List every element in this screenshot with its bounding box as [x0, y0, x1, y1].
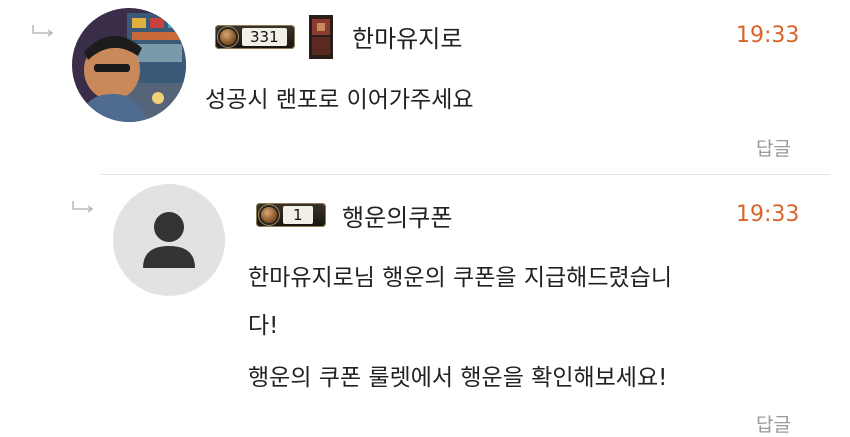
- rank-gem-icon: [220, 29, 236, 45]
- rank-gem-icon: [261, 207, 277, 223]
- reply-button[interactable]: 답글: [756, 410, 791, 437]
- reply-arrow-icon: [72, 201, 94, 213]
- comment-author[interactable]: 행운의쿠폰: [342, 198, 452, 233]
- comment-text: 성공시 랜포로 이어가주세요: [205, 87, 474, 113]
- comment-time: 19:33: [736, 202, 800, 227]
- comment-item: 1 행운의쿠폰 19:33 한마유지로님 행운의 쿠폰을 지급해드렸습니 다! …: [0, 176, 850, 436]
- user-avatar[interactable]: [72, 8, 186, 122]
- comment-text-line: 행운의 쿠폰 룰렛에서 행운을 확인해보세요!: [248, 365, 668, 391]
- comment-time: 19:33: [736, 23, 800, 48]
- comment-divider: [100, 174, 830, 175]
- comment-author[interactable]: 한마유지로: [352, 19, 462, 54]
- profile-emblem-icon: [309, 15, 333, 59]
- reply-button[interactable]: 답글: [756, 134, 791, 161]
- comment-text-line: 다!: [248, 313, 279, 339]
- level-number: 331: [242, 28, 287, 46]
- reply-arrow-icon: [32, 25, 54, 37]
- level-badge: 331: [215, 25, 295, 49]
- comment-text-line: 한마유지로님 행운의 쿠폰을 지급해드렸습니: [248, 265, 672, 291]
- comment-item: 331 한마유지로 19:33 성공시 랜포로 이어가주세요 답글: [0, 0, 850, 172]
- user-avatar[interactable]: [113, 184, 225, 296]
- level-number: 1: [283, 206, 313, 224]
- level-badge: 1: [256, 203, 326, 227]
- avatar-image: [72, 8, 186, 122]
- default-user-icon: [143, 212, 195, 268]
